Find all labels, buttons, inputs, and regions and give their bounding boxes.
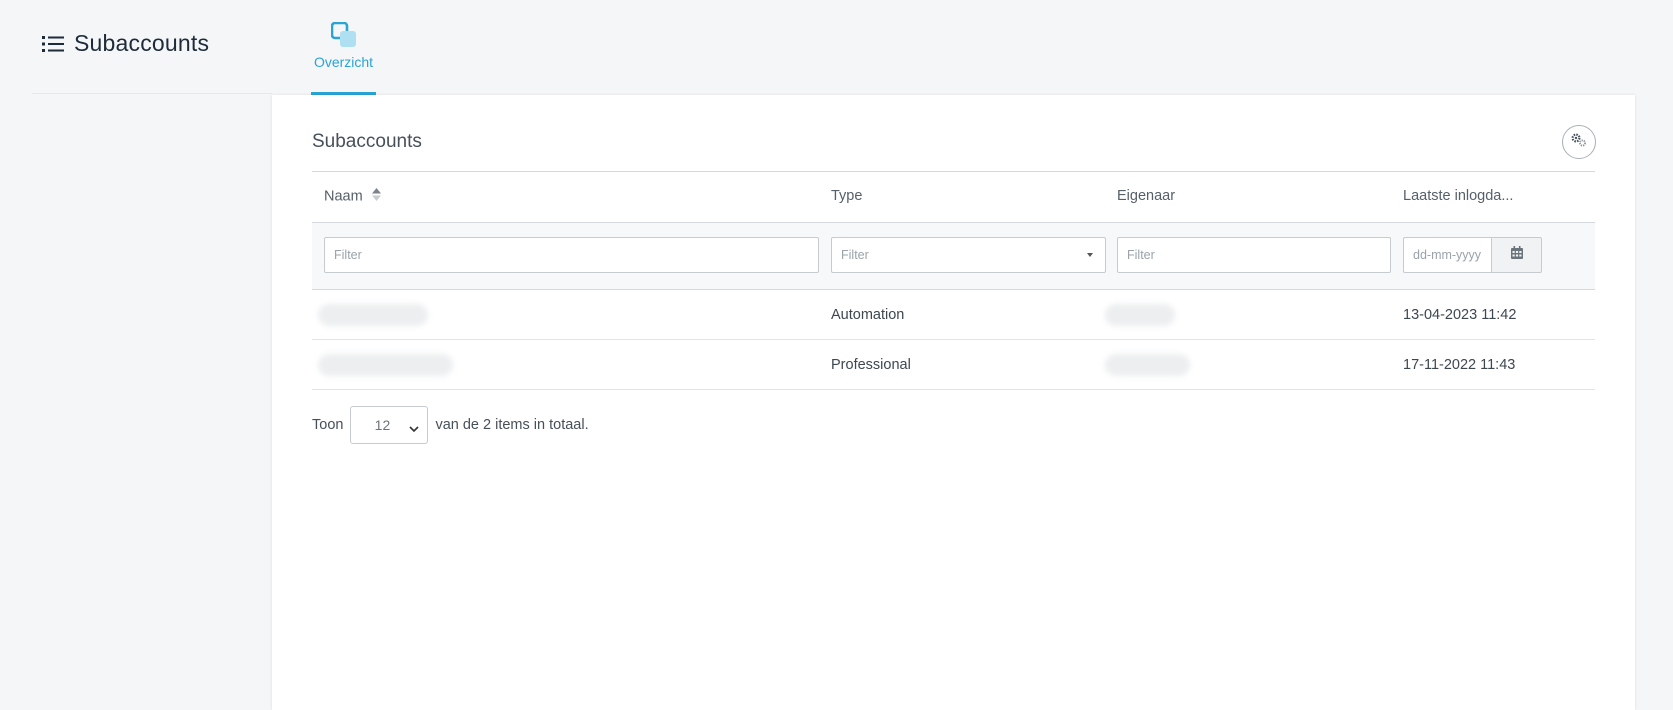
settings-button[interactable] (1562, 125, 1596, 159)
page-size-value: 12 (374, 417, 391, 433)
tab-overzicht[interactable]: Overzicht (311, 18, 376, 95)
sort-icon[interactable] (371, 188, 381, 205)
redacted-owner (1105, 354, 1190, 376)
gears-icon (1570, 132, 1588, 153)
naam-filter-input[interactable] (324, 237, 819, 273)
pager-summary: van de 2 items in totaal. (435, 417, 589, 433)
table-row[interactable]: Professional 17-11-2022 11:43 (312, 340, 1595, 390)
redacted-name (318, 304, 428, 326)
filter-row: Filter (312, 223, 1595, 290)
header-divider (32, 93, 272, 94)
row-type: Automation (831, 307, 905, 323)
type-filter-dropdown[interactable]: Filter (831, 237, 1106, 273)
pager-prefix: Toon (312, 417, 344, 433)
list-icon[interactable] (42, 34, 64, 54)
column-eigenaar[interactable]: Eigenaar (1117, 188, 1175, 204)
tab-overzicht-label: Overzicht (313, 54, 374, 70)
chevron-down-icon (409, 420, 420, 436)
page-header: Subaccounts Overzicht (0, 0, 1673, 95)
column-naam[interactable]: Naam (324, 188, 381, 205)
subaccounts-card: Subaccounts Naam Type Eigenaar Laatste i… (272, 95, 1635, 710)
overview-squares-icon (330, 21, 357, 48)
table-row[interactable]: Automation 13-04-2023 11:42 (312, 290, 1595, 340)
page-title: Subaccounts (74, 30, 210, 56)
eigenaar-filter-input[interactable] (1117, 237, 1391, 273)
calendar-icon (1510, 246, 1523, 264)
calendar-button[interactable] (1491, 237, 1542, 273)
row-last-login: 17-11-2022 11:43 (1403, 357, 1516, 373)
row-last-login: 13-04-2023 11:42 (1403, 307, 1517, 323)
caret-down-icon (1087, 253, 1093, 257)
row-type: Professional (831, 357, 911, 373)
table-header: Naam Type Eigenaar Laatste inlogda... (312, 171, 1595, 223)
page-size-select[interactable]: 12 (350, 406, 429, 444)
redacted-name (318, 354, 453, 376)
column-type[interactable]: Type (831, 188, 862, 204)
app-title: Subaccounts (42, 30, 209, 57)
type-filter-placeholder: Filter (841, 248, 869, 262)
pagination: Toon 12 van de 2 items in totaal. (312, 406, 589, 444)
column-laatste-inlogdatum[interactable]: Laatste inlogda... (1403, 188, 1513, 204)
redacted-owner (1105, 304, 1175, 326)
column-naam-label: Naam (324, 188, 363, 205)
date-filter-input[interactable] (1403, 237, 1491, 273)
card-title: Subaccounts (312, 131, 422, 152)
subaccounts-table: Naam Type Eigenaar Laatste inlogda... Fi… (312, 171, 1595, 390)
